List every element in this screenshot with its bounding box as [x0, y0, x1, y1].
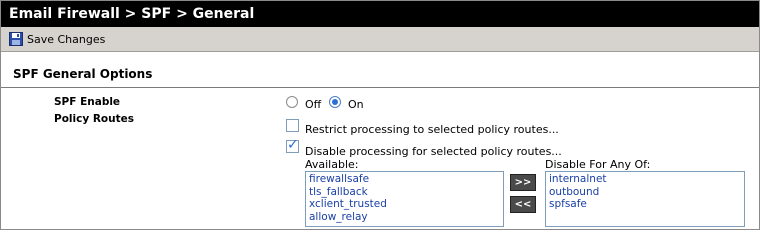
disable-processing-label: Disable processing for selected policy r… [305, 145, 562, 158]
list-item[interactable]: tls_fallback [309, 186, 500, 199]
available-caption: Available: [305, 158, 359, 171]
list-item[interactable]: internalnet [549, 173, 741, 186]
list-item[interactable]: allow_relay [309, 211, 500, 224]
floppy-disk-icon [9, 32, 23, 46]
spf-general-options-section: SPF General Options SPF Enable Off On Po… [1, 53, 759, 229]
spf-enable-off-radio[interactable] [286, 96, 298, 108]
save-changes-label: Save Changes [27, 32, 106, 46]
list-item[interactable]: xclient_trusted [309, 198, 500, 211]
remove-from-disabled-button[interactable]: << [510, 196, 536, 213]
disable-for-caption: Disable For Any Of: [545, 158, 651, 171]
spf-enable-off-label: Off [305, 98, 322, 111]
spf-enable-on-label: On [348, 98, 364, 111]
list-item[interactable]: firewallsafe [309, 173, 500, 186]
available-routes-listbox[interactable]: firewallsafe tls_fallback xclient_truste… [305, 171, 504, 227]
save-changes-button[interactable]: Save Changes [9, 32, 105, 46]
section-title: SPF General Options [13, 67, 153, 81]
policy-routes-label: Policy Routes [54, 113, 134, 125]
restrict-processing-label: Restrict processing to selected policy r… [305, 123, 559, 136]
list-item[interactable]: spfsafe [549, 198, 741, 211]
restrict-processing-checkbox[interactable] [286, 119, 299, 132]
add-to-disabled-button[interactable]: >> [510, 174, 536, 191]
disable-for-routes-listbox[interactable]: internalnet outbound spfsafe [545, 171, 745, 227]
app-window: Email Firewall > SPF > General Save Chan… [0, 0, 760, 230]
disable-processing-checkbox[interactable] [286, 137, 299, 153]
toolbar: Save Changes [1, 27, 759, 52]
spf-enable-on-radio[interactable] [329, 96, 341, 108]
section-divider [1, 87, 759, 88]
list-item[interactable]: outbound [549, 186, 741, 199]
spf-enable-label: SPF Enable [54, 96, 121, 108]
page-title: Email Firewall > SPF > General [1, 1, 759, 27]
